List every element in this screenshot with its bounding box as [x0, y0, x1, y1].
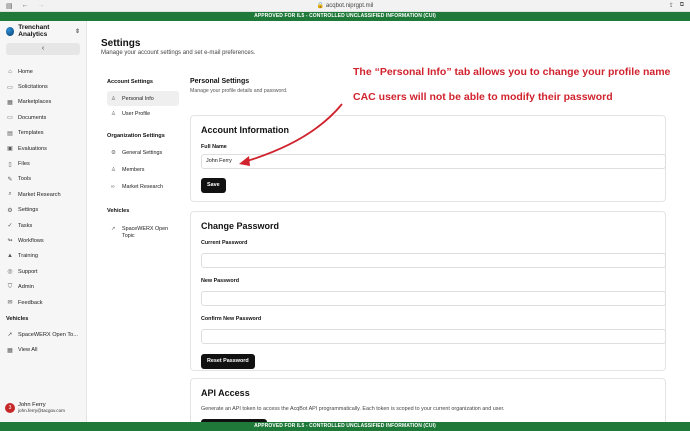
sidebar-item-support[interactable]: ◎ Support — [0, 264, 86, 279]
rocket-icon: ➚ — [7, 332, 13, 339]
sidebar-item-evaluations[interactable]: ▣ Evaluations — [0, 141, 86, 156]
sidebar-item-marketplaces[interactable]: ▦ Marketplaces — [0, 95, 86, 110]
workflow-icon: ↬ — [7, 238, 13, 245]
url-text: acqbot.niprgpt.mil — [325, 3, 374, 9]
sidebar-item-documents[interactable]: ▭ Documents — [0, 110, 86, 125]
org-switcher[interactable]: Trenchant Analytics ⇕ — [0, 21, 86, 41]
document-icon: ▭ — [7, 115, 13, 122]
graduation-icon: ▲ — [7, 253, 13, 260]
org-name: Trenchant Analytics — [18, 24, 50, 38]
sidebar-item-vehicle[interactable]: ➚ SpaceWERX Open To... — [0, 327, 86, 342]
sidebar-item-feedback[interactable]: ✉ Feedback — [0, 295, 86, 310]
sidebar-item-solicitations[interactable]: ▭ Solicitations — [0, 79, 86, 94]
sidebar-nav: ⌂ Home ▭ Solicitations ▦ Marketplaces ▭ Docu… — [0, 64, 86, 310]
help-icon: ◎ — [7, 269, 13, 276]
classification-banner-top: APPROVED FOR IL5 - CONTROLLED UNCLASSIFI… — [0, 12, 690, 21]
file-icon: ▯ — [8, 161, 12, 168]
sidebar-item-admin[interactable]: ⛉ Admin — [0, 279, 86, 294]
share-icon[interactable]: ⇪ — [669, 2, 674, 9]
avatar: 3 — [5, 402, 15, 413]
sidebar-item-view-all[interactable]: ▦ View All — [0, 343, 86, 358]
sidebar-item-templates[interactable]: ▤ Templates — [0, 126, 86, 141]
sidebar: Trenchant Analytics ⇕ ‹ ⌂ Home ▭ Solicitat… — [0, 21, 87, 422]
sidebar-item-training[interactable]: ▲ Training — [0, 249, 86, 264]
main-content: Settings Manage your account settings an… — [87, 21, 690, 422]
sidebar-item-files[interactable]: ▯ Files — [0, 156, 86, 171]
browser-toolbar: ▤ ← → 🔒 acqbot.niprgpt.mil ⇪ ⧉ — [0, 0, 690, 12]
classification-banner-bottom: APPROVED FOR IL5 - CONTROLLED UNCLASSIFI… — [0, 422, 690, 431]
user-menu[interactable]: 3 John Ferry john.ferry@tacgov.com — [5, 402, 65, 413]
browser-actions: ⇪ ⧉ — [669, 2, 684, 9]
check-icon: ✓ — [7, 223, 13, 230]
sidebar-item-settings[interactable]: ⚙ Settings — [0, 203, 86, 218]
template-icon: ▤ — [7, 130, 13, 137]
annotation-arrow — [239, 103, 343, 166]
shield-icon: ⛉ — [7, 283, 13, 290]
tabs-icon[interactable]: ⧉ — [680, 2, 684, 9]
search-icon: ⌕ — [8, 191, 12, 198]
address-bar[interactable]: 🔒 acqbot.niprgpt.mil — [0, 2, 690, 9]
collapse-sidebar-button[interactable]: ‹ — [6, 43, 80, 55]
user-email: john.ferry@tacgov.com — [18, 408, 65, 413]
clipboard-icon: ▣ — [7, 146, 13, 153]
sidebar-item-home[interactable]: ⌂ Home — [0, 64, 86, 79]
sidebar-item-market-research[interactable]: ⌕ Market Research — [0, 187, 86, 202]
sidebar-item-tasks[interactable]: ✓ Tasks — [0, 218, 86, 233]
chevron-updown-icon: ⇕ — [74, 28, 80, 35]
document-icon: ▭ — [7, 84, 13, 91]
grid-icon: ▦ — [7, 347, 13, 354]
home-icon: ⌂ — [8, 68, 12, 75]
sidebar-item-tools[interactable]: ✎ Tools — [0, 172, 86, 187]
sidebar-item-workflows[interactable]: ↬ Workflows — [0, 233, 86, 248]
store-icon: ▦ — [7, 99, 13, 106]
org-logo-icon — [6, 26, 15, 36]
feedback-icon: ✉ — [7, 300, 13, 307]
sidebar-vehicles-heading: Vehicles — [6, 316, 29, 323]
wrench-icon: ✎ — [7, 176, 13, 183]
gear-icon: ⚙ — [7, 207, 13, 214]
